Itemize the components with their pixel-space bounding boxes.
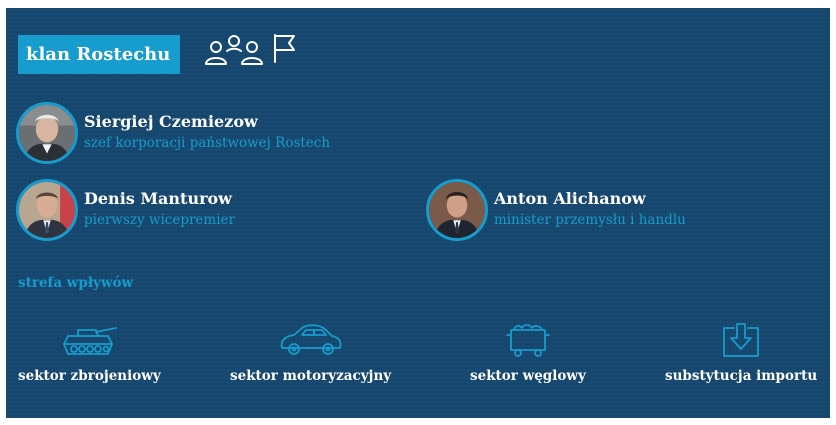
sector-label: sektor węglowy [470, 368, 586, 384]
sector-item-coal: sektor węglowy [470, 322, 586, 384]
coal-cart-icon [470, 322, 586, 358]
sector-item-import-substitution: substytucja importu [665, 322, 817, 384]
group-flag-icon [204, 32, 304, 76]
tank-icon [18, 322, 161, 358]
sector-label: sektor motoryzacyjny [230, 368, 392, 384]
clan-title: klan Rostechu [18, 35, 181, 74]
person-role: szef korporacji państwowej Rostech [84, 135, 331, 151]
sector-item-automotive: sektor motoryzacyjny [230, 322, 391, 384]
portrait-alichanow [426, 179, 488, 241]
person-name: Denis Manturow [84, 189, 232, 208]
infographic-panel: klan Rostechu Siergiej Czemiezow szef ko… [6, 8, 830, 418]
car-icon [230, 322, 391, 358]
portrait-manturow [16, 179, 78, 241]
person-name: Anton Alichanow [494, 189, 646, 208]
sector-item-arms: sektor zbrojeniowy [18, 322, 161, 384]
influence-zone-label: strefa wpływów [18, 275, 134, 291]
portrait-czemiezow [16, 102, 78, 164]
person-name: Siergiej Czemiezow [84, 112, 258, 131]
person-role: minister przemysłu i handlu [494, 212, 686, 228]
sector-label: sektor zbrojeniowy [18, 368, 161, 384]
import-box-icon [665, 322, 817, 358]
sector-label: substytucja importu [665, 368, 818, 384]
person-role: pierwszy wicepremier [84, 212, 235, 228]
